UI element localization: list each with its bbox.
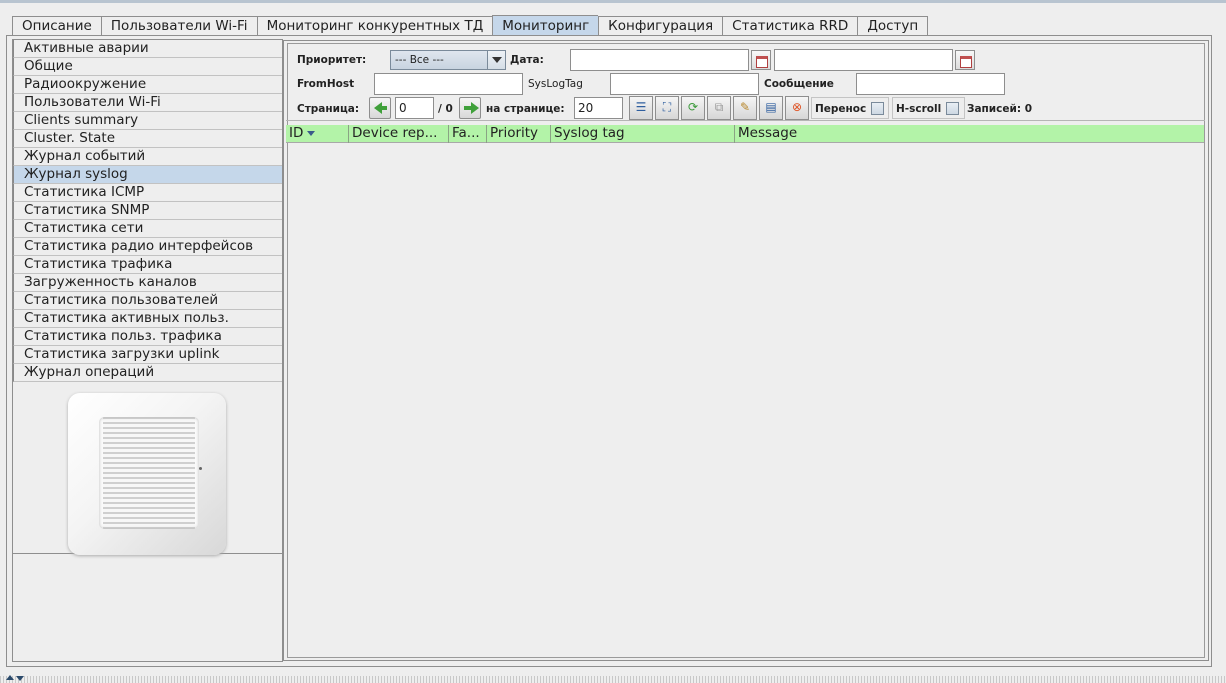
sidebar-item-general[interactable]: Общие — [13, 58, 282, 76]
tab-rrd-statistics[interactable]: Статистика RRD — [722, 16, 858, 36]
sidebar-item-uplink-load-stats[interactable]: Статистика загрузки uplink — [13, 346, 282, 364]
page-number-field[interactable]: 0 — [395, 97, 434, 119]
message-label: Сообщение — [764, 78, 834, 90]
sidebar-item-user-traffic-stats[interactable]: Статистика польз. трафика — [13, 328, 282, 346]
sidebar-item-event-log[interactable]: Журнал событий — [13, 148, 282, 166]
device-led — [199, 467, 202, 470]
wrap-checkbox[interactable] — [871, 102, 884, 115]
hscroll-label: H-scroll — [896, 103, 942, 115]
bottom-splitter[interactable] — [0, 676, 1226, 683]
hscroll-checkbox[interactable] — [946, 102, 959, 115]
sidebar-item-operations-log[interactable]: Журнал операций — [13, 364, 282, 382]
column-header-id-label: ID — [289, 125, 304, 141]
syslogtag-field[interactable] — [610, 73, 759, 95]
page-label: Страница: — [297, 103, 360, 115]
sidebar-item-network-stats[interactable]: Статистика сети — [13, 220, 282, 238]
sidebar-item-active-user-stats[interactable]: Статистика активных польз. — [13, 310, 282, 328]
tab-access[interactable]: Доступ — [857, 16, 929, 36]
sidebar-item-active-alarms[interactable]: Активные аварии — [13, 40, 282, 58]
monitoring-sidebar: Активные аварии Общие Радиоокружение Пол… — [12, 39, 283, 555]
syslogtag-label: SysLogTag — [528, 78, 583, 90]
main-tabs: Описание Пользователи Wi-Fi Мониторинг к… — [12, 15, 929, 36]
sidebar-item-snmp-stats[interactable]: Статистика SNMP — [13, 202, 282, 220]
clear-filter-icon[interactable]: ✎ — [733, 96, 757, 120]
window-top-border — [0, 0, 1226, 3]
tab-configuration[interactable]: Конфигурация — [598, 16, 723, 36]
calendar-to-icon[interactable] — [955, 50, 975, 70]
sidebar-item-syslog[interactable]: Журнал syslog — [13, 166, 282, 184]
sidebar-item-channel-load[interactable]: Загруженность каналов — [13, 274, 282, 292]
message-field[interactable] — [856, 73, 1005, 95]
previous-page-icon[interactable] — [369, 97, 391, 119]
column-header-syslog-tag[interactable]: Syslog tag — [551, 125, 735, 143]
tab-competitor-ap-monitoring[interactable]: Мониторинг конкурентных ТД — [256, 16, 493, 36]
wrap-label: Перенос — [815, 103, 867, 115]
access-point-image — [68, 393, 226, 555]
date-to-field[interactable] — [774, 49, 953, 71]
column-header-facility[interactable]: Fa... — [449, 125, 487, 143]
total-pages-label: / 0 — [438, 103, 453, 115]
tab-wifi-users[interactable]: Пользователи Wi-Fi — [100, 16, 257, 36]
priority-select[interactable]: --- Все --- — [390, 50, 506, 70]
records-count: Записей: 0 — [967, 103, 1033, 115]
per-page-field[interactable]: 20 — [574, 97, 623, 119]
refresh-icon[interactable]: ⟳ — [681, 96, 705, 120]
sidebar-item-radio-interface-stats[interactable]: Статистика радио интерфейсов — [13, 238, 282, 256]
sidebar-item-wifi-users[interactable]: Пользователи Wi-Fi — [13, 94, 282, 112]
sidebar-empty-area — [12, 554, 283, 662]
column-header-device[interactable]: Device rep... — [349, 125, 449, 143]
copy-icon[interactable]: ⧉ — [707, 96, 731, 120]
next-page-icon[interactable] — [459, 97, 481, 119]
save-icon[interactable]: ▤ — [759, 96, 783, 120]
sort-desc-icon — [307, 130, 316, 136]
calendar-from-icon[interactable] — [751, 50, 771, 70]
sidebar-item-cluster-state[interactable]: Cluster. State — [13, 130, 282, 148]
syslog-table-body — [286, 144, 1204, 657]
sidebar-item-icmp-stats[interactable]: Статистика ICMP — [13, 184, 282, 202]
sidebar-item-user-stats[interactable]: Статистика пользователей — [13, 292, 282, 310]
sidebar-item-traffic-stats[interactable]: Статистика трафика — [13, 256, 282, 274]
column-header-id[interactable]: ID — [286, 125, 349, 143]
date-label: Дата: — [510, 54, 544, 66]
chevron-down-icon[interactable] — [487, 51, 505, 69]
device-grille — [99, 417, 199, 529]
priority-label: Приоритет: — [297, 54, 367, 66]
tab-description[interactable]: Описание — [12, 16, 101, 36]
sidebar-item-radio-environment[interactable]: Радиоокружение — [13, 76, 282, 94]
column-header-message[interactable]: Message — [735, 125, 1204, 143]
priority-select-value: --- Все --- — [395, 54, 444, 66]
fromhost-label: FromHost — [297, 78, 355, 90]
sidebar-item-clients-summary[interactable]: Clients summary — [13, 112, 282, 130]
column-header-priority[interactable]: Priority — [487, 125, 551, 143]
splitter-arrows-icon[interactable] — [6, 675, 24, 683]
per-page-label: на странице: — [486, 103, 565, 115]
close-icon[interactable]: ⊗ — [785, 96, 809, 120]
tab-monitoring[interactable]: Мониторинг — [492, 15, 599, 36]
fit-icon[interactable]: ⛶ — [655, 96, 679, 120]
fromhost-field[interactable] — [374, 73, 523, 95]
date-from-field[interactable] — [570, 49, 749, 71]
columns-icon[interactable]: ☰ — [629, 96, 653, 120]
syslog-table-header: ID Device rep... Fa... Priority Syslog t… — [286, 125, 1204, 143]
